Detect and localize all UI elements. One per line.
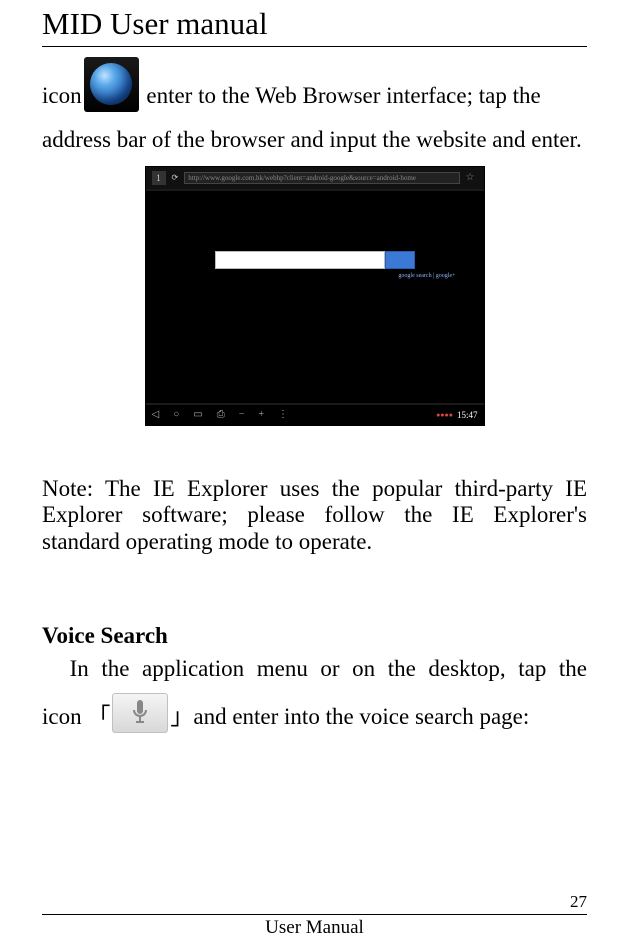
menu-icon: ⋮ (278, 409, 288, 420)
volume-down-icon: − (239, 409, 245, 420)
document-title: MID User manual (42, 0, 587, 46)
back-icon: ◁ (152, 409, 160, 420)
reload-icon: ⟳ (172, 173, 179, 182)
page-footer: 27 User Manual (42, 892, 587, 939)
footer-label: User Manual (42, 917, 587, 939)
screenshot-system-bar: ◁ ○ ▭ ⎙ − + ⋮ ●●●● 15:47 (146, 405, 484, 425)
voice-paragraph-line1: In the application menu or on the deskto… (42, 653, 587, 685)
paragraph-browser-icon: icon enter to the Web Browser interface;… (42, 57, 587, 112)
text-icon-word: icon (42, 80, 82, 112)
bookmark-icon: ☆ (466, 172, 478, 184)
voice-text-before-icon: icon 「 (42, 701, 110, 733)
screenshot-page-content: google search | google+ (146, 191, 484, 403)
status-time: 15:47 (457, 410, 478, 420)
volume-up-icon: + (258, 409, 264, 420)
screenshot-topbar: 1 ⟳ http://www.google.com.hk/webhp?clien… (146, 167, 484, 189)
footer-divider (42, 914, 587, 915)
address-bar: http://www.google.com.hk/webhp?client=an… (184, 172, 459, 184)
google-search-input (215, 251, 385, 269)
voice-search-heading: Voice Search (42, 623, 587, 649)
recent-icon: ▭ (193, 409, 202, 420)
browser-screenshot-wrap: 1 ⟳ http://www.google.com.hk/webhp?clien… (42, 166, 587, 426)
voice-text-after-icon: 」and enter into the voice search page: (170, 701, 529, 733)
microphone-icon (112, 693, 168, 733)
paragraph-address-bar: address bar of the browser and input the… (42, 124, 587, 156)
browser-screenshot: 1 ⟳ http://www.google.com.hk/webhp?clien… (145, 166, 485, 426)
header-divider (42, 46, 587, 47)
tab-count-icon: 1 (152, 171, 166, 185)
note-paragraph: Note: The IE Explorer uses the popular t… (42, 476, 587, 555)
home-icon: ○ (173, 409, 179, 420)
google-search-button (385, 251, 415, 269)
browser-globe-icon (84, 57, 139, 112)
text-after-icon: enter to the Web Browser interface; tap … (146, 80, 540, 112)
page-number: 27 (42, 892, 587, 912)
google-links: google search | google+ (398, 273, 455, 279)
screenshot-icon: ⎙ (217, 409, 225, 420)
status-warn-icon: ●●●● (436, 411, 453, 419)
voice-paragraph-line2: icon 「 」and enter into the voice search … (42, 693, 587, 733)
